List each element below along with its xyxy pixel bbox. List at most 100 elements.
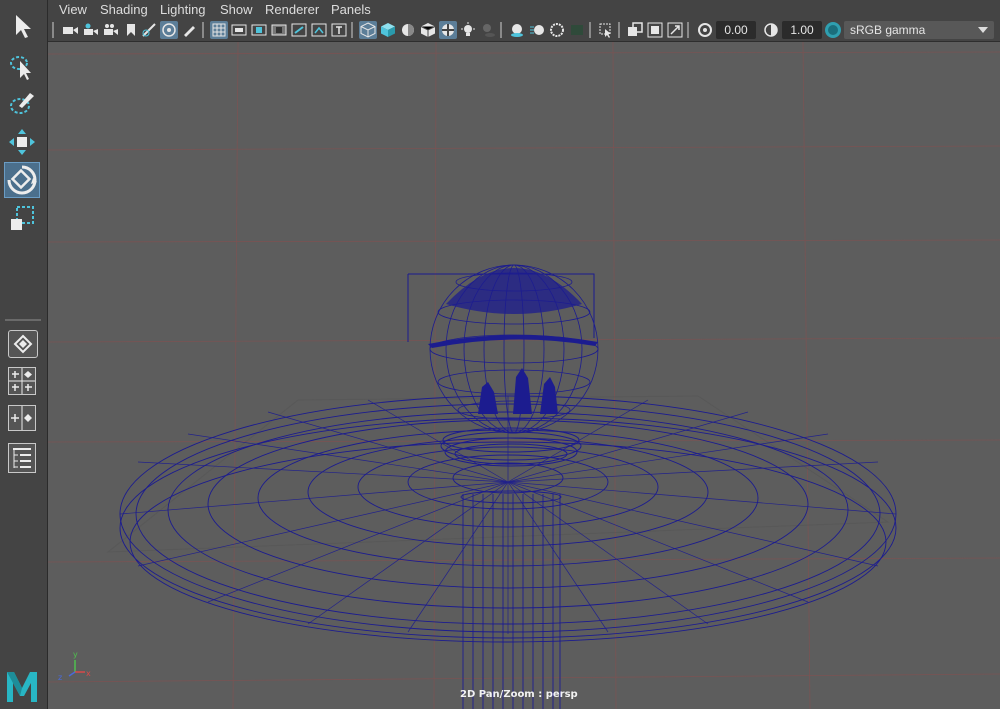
xray-button[interactable] xyxy=(626,21,644,39)
xray-squares-icon xyxy=(628,22,643,36)
xray-joints-icon xyxy=(647,22,663,38)
viewport-scene: y z x xyxy=(48,42,1000,709)
camera-attributes-button[interactable] xyxy=(82,21,100,39)
layout-single-icon xyxy=(13,334,33,354)
material-sphere-icon xyxy=(402,24,414,36)
default-material-button[interactable] xyxy=(399,21,417,39)
axis-z-label: z xyxy=(58,673,62,682)
wireframe-cube-icon xyxy=(360,22,376,38)
select-tool[interactable] xyxy=(4,8,40,44)
resolution-gate-button[interactable] xyxy=(250,21,268,39)
paint-select-tool[interactable] xyxy=(4,86,40,122)
film-gate-icon xyxy=(231,24,247,36)
film-gate-button[interactable] xyxy=(230,21,248,39)
anti-aliasing-button[interactable] xyxy=(548,21,566,39)
color-management-on-icon xyxy=(825,22,841,38)
select-camera-button[interactable] xyxy=(62,21,80,39)
field-chart-icon xyxy=(291,23,307,37)
bookmark-icon xyxy=(127,24,135,36)
lasso-tool[interactable] xyxy=(4,48,40,84)
menu-lighting[interactable]: Lighting xyxy=(160,2,206,17)
pedestal-wireframe xyxy=(460,490,562,709)
use-all-lights-button[interactable] xyxy=(459,21,477,39)
move-arrows-icon xyxy=(9,129,35,155)
safe-title-button[interactable] xyxy=(330,21,348,39)
gamma-field[interactable]: 1.00 xyxy=(782,21,822,39)
textured-cube-icon xyxy=(420,23,436,37)
depth-of-field-button[interactable] xyxy=(568,21,586,39)
checker-sphere-icon xyxy=(442,24,454,36)
single-perspective-layout-button[interactable] xyxy=(8,330,38,358)
xray-active-icon xyxy=(667,22,683,38)
gamma-button[interactable] xyxy=(762,21,780,39)
aperture-icon xyxy=(698,23,712,37)
camera-hud-label: 2D Pan/Zoom : persp xyxy=(460,689,578,700)
toolbar-divider xyxy=(351,22,353,38)
smooth-shade-button[interactable] xyxy=(379,21,397,39)
move-tool[interactable] xyxy=(4,124,40,160)
two-side-layout-button[interactable] xyxy=(8,405,36,431)
table-plane xyxy=(106,395,890,553)
maya-logo xyxy=(4,668,40,704)
outliner-list-icon xyxy=(13,448,31,468)
wireframe-toggle[interactable] xyxy=(359,21,377,39)
menu-show[interactable]: Show xyxy=(220,2,253,17)
field-chart-button[interactable] xyxy=(290,21,308,39)
scale-icon xyxy=(11,206,34,230)
layout-two-icon xyxy=(11,406,32,430)
maya-m-logo-icon xyxy=(7,672,37,702)
axis-x-label: x xyxy=(86,669,91,678)
menu-panels[interactable]: Panels xyxy=(331,2,371,17)
xray-joints-button[interactable] xyxy=(646,21,664,39)
rotate-icon xyxy=(7,165,37,195)
view-transform-dropdown[interactable]: sRGB gamma xyxy=(844,21,994,39)
grid-toggle[interactable] xyxy=(210,21,228,39)
gate-mask-button[interactable] xyxy=(270,21,288,39)
color-management-toggle[interactable] xyxy=(824,21,842,39)
shadow-icon xyxy=(483,24,495,37)
exposure-field[interactable]: 0.00 xyxy=(716,21,756,39)
lasso-select-icon xyxy=(10,56,31,80)
screen-space-ao-button[interactable] xyxy=(508,21,526,39)
xray-active-button[interactable] xyxy=(666,21,684,39)
toolbar-divider xyxy=(589,22,591,38)
toolbar-divider xyxy=(202,22,204,38)
image-plane-button[interactable] xyxy=(122,21,140,39)
toolbar-divider xyxy=(500,22,502,38)
menu-view[interactable]: View xyxy=(59,2,87,17)
grease-pencil-toggle[interactable] xyxy=(160,21,178,39)
view-transform-value: sRGB gamma xyxy=(850,23,926,37)
camera-lock-icon xyxy=(84,23,98,35)
motion-blur-icon xyxy=(530,25,544,35)
bookmarks-button[interactable] xyxy=(102,21,120,39)
scale-tool[interactable] xyxy=(4,200,40,236)
outliner-layout-button[interactable] xyxy=(8,443,36,473)
grease-pencil-button[interactable] xyxy=(180,21,198,39)
panel-toolbar: 0.00 1.00 sRGB gamma xyxy=(48,19,1000,42)
safe-action-button[interactable] xyxy=(310,21,328,39)
axis-gizmo: y z x xyxy=(58,650,91,682)
chevron-down-icon xyxy=(978,27,988,33)
light-bulb-icon xyxy=(461,22,475,36)
toolbar-divider xyxy=(618,22,620,38)
grid-icon xyxy=(212,23,226,37)
shadows-button[interactable] xyxy=(479,21,497,39)
resolution-gate-icon xyxy=(251,24,267,36)
rotate-tool[interactable] xyxy=(4,162,40,198)
target-icon xyxy=(162,23,176,37)
four-view-layout-button[interactable] xyxy=(8,367,36,395)
perspective-viewport[interactable]: y z x 2D Pan/Zoom : persp xyxy=(48,42,1000,709)
checker-toggle[interactable] xyxy=(439,21,457,39)
menu-renderer[interactable]: Renderer xyxy=(265,2,319,17)
ao-sphere-icon xyxy=(511,24,523,37)
dof-icon xyxy=(571,25,583,35)
2d-pan-zoom-button[interactable] xyxy=(140,21,158,39)
textured-button[interactable] xyxy=(419,21,437,39)
toolbar-divider xyxy=(687,22,689,38)
isolate-select-button[interactable] xyxy=(597,21,615,39)
exposure-button[interactable] xyxy=(696,21,714,39)
anti-alias-icon xyxy=(550,23,564,37)
menu-shading[interactable]: Shading xyxy=(100,2,148,17)
motion-blur-button[interactable] xyxy=(528,21,546,39)
sphere-rim xyxy=(428,334,598,348)
